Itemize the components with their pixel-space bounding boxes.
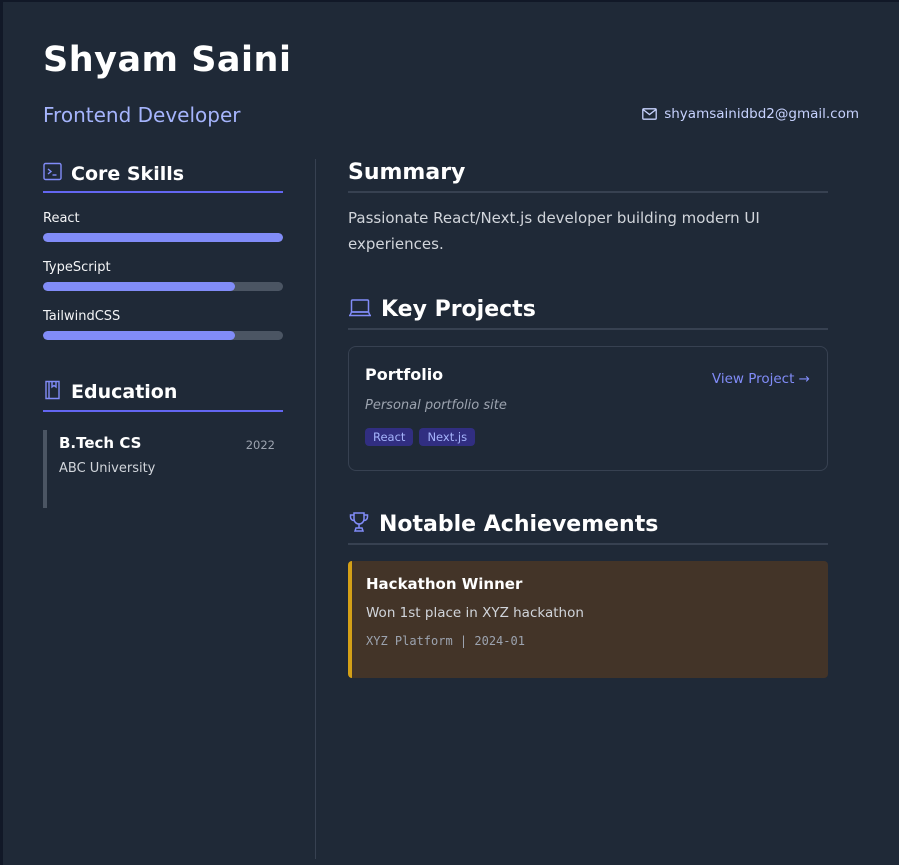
skill-bar-fill	[43, 282, 235, 291]
graduation-year: 2022	[245, 438, 275, 452]
left-column: Core Skills React TypeScript TailwindCSS	[43, 162, 283, 508]
achievement-meta: XYZ Platform | 2024-01	[366, 634, 525, 648]
email-text[interactable]: shyamsainidbd2@gmail.com	[664, 106, 859, 122]
education-header: Education	[43, 380, 283, 412]
project-card: Portfolio View Project → Personal portfo…	[348, 346, 828, 471]
skill-bar-fill	[43, 331, 235, 340]
summary-text: Passionate React/Next.js developer build…	[348, 209, 760, 253]
skill-bar	[43, 233, 283, 242]
projects-title: Key Projects	[381, 297, 536, 322]
education-item: B.Tech CS ABC University 2022	[43, 430, 283, 508]
education-title: Education	[71, 381, 178, 403]
mail-icon	[642, 108, 658, 120]
email-contact[interactable]: shyamsainidbd2@gmail.com	[642, 106, 859, 122]
project-description: Personal portfolio site	[365, 398, 507, 413]
skill-bar-fill	[43, 233, 283, 242]
person-name: Shyam Saini	[43, 40, 292, 80]
summary-title: Summary	[348, 160, 466, 185]
summary-header: Summary	[348, 160, 828, 193]
trophy-icon	[348, 511, 370, 537]
laptop-icon	[348, 298, 372, 322]
skill-item: React	[43, 211, 283, 242]
view-project-link[interactable]: View Project →	[712, 371, 810, 387]
job-title: Frontend Developer	[43, 103, 241, 127]
skill-item: TypeScript	[43, 260, 283, 291]
skill-label: TailwindCSS	[43, 309, 121, 324]
project-tags: React Next.js	[365, 428, 811, 446]
achievement-description: Won 1st place in XYZ hackathon	[366, 605, 584, 621]
achievements-title: Notable Achievements	[379, 511, 659, 537]
school: ABC University	[59, 461, 156, 476]
achievement-card: Hackathon Winner Won 1st place in XYZ ha…	[348, 561, 828, 678]
project-tag: Next.js	[419, 428, 476, 446]
core-skills-header: Core Skills	[43, 162, 283, 193]
skill-bar	[43, 282, 283, 291]
skill-label: React	[43, 211, 80, 226]
projects-header: Key Projects	[348, 297, 828, 330]
resume-page: Shyam Saini Frontend Developer shyamsain…	[0, 0, 899, 865]
terminal-icon	[43, 162, 62, 185]
right-column: Summary Passionate React/Next.js develop…	[348, 160, 828, 678]
achievements-header: Notable Achievements	[348, 511, 828, 545]
achievement-title: Hackathon Winner	[366, 575, 523, 593]
project-tag: React	[365, 428, 414, 446]
skill-bar	[43, 331, 283, 340]
core-skills-title: Core Skills	[71, 162, 185, 185]
skill-item: TailwindCSS	[43, 309, 283, 340]
column-divider	[315, 159, 316, 859]
book-icon	[43, 380, 62, 404]
skill-label: TypeScript	[43, 260, 111, 275]
